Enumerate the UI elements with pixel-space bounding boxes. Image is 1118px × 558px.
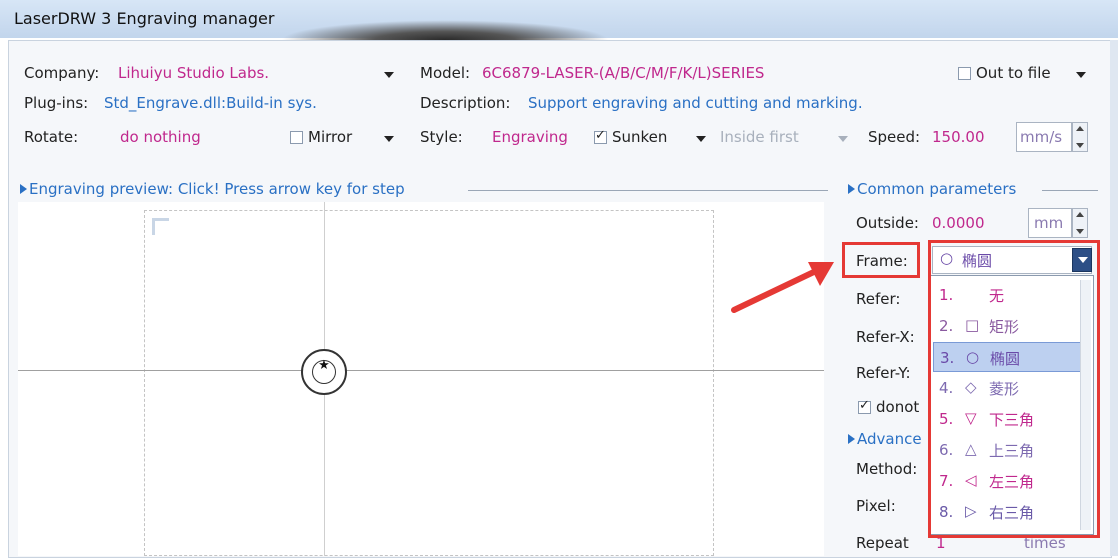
model-label: Model: bbox=[420, 64, 471, 82]
speed-input[interactable]: 150.00 bbox=[932, 128, 985, 146]
model-select[interactable]: 6C6879-LASER-(A/B/C/M/F/K/L)SERIES bbox=[482, 64, 764, 82]
title-bar: LaserDRW 3 Engraving manager bbox=[0, 0, 1118, 60]
outside-spinner[interactable] bbox=[1072, 208, 1088, 238]
window-right-edge bbox=[1110, 40, 1118, 556]
common-header-rule bbox=[1042, 190, 1098, 191]
company-dropdown-icon[interactable] bbox=[384, 72, 394, 78]
company-select[interactable]: Lihuiyu Studio Labs. bbox=[118, 64, 269, 82]
outside-input[interactable]: 0.0000 bbox=[932, 214, 985, 232]
spinner-up-icon[interactable] bbox=[1076, 126, 1084, 131]
style-select[interactable]: Engraving bbox=[492, 128, 568, 146]
spinner-down-icon[interactable] bbox=[1076, 143, 1084, 148]
advanced-header: Advance bbox=[848, 430, 922, 448]
donot-label: donot bbox=[876, 398, 920, 416]
donot-checkbox[interactable] bbox=[858, 398, 871, 414]
spinner-up-icon[interactable] bbox=[1076, 212, 1084, 217]
common-parameters-header: Common parameters bbox=[848, 180, 1016, 198]
section-expand-icon bbox=[848, 184, 855, 194]
engraving-preview-canvas[interactable]: ★ bbox=[18, 202, 824, 556]
refer-label: Refer: bbox=[856, 290, 901, 308]
outside-label: Outside: bbox=[856, 214, 919, 232]
star-icon: ★ bbox=[318, 358, 330, 373]
sunken-dropdown-icon[interactable] bbox=[696, 136, 706, 142]
work-area-border bbox=[144, 210, 714, 556]
model-dropdown-icon[interactable] bbox=[1076, 72, 1086, 78]
red-arrow-annotation bbox=[731, 262, 834, 313]
method-label: Method: bbox=[856, 460, 918, 478]
mirror-label: Mirror bbox=[308, 128, 353, 146]
outside-unit: mm bbox=[1034, 214, 1064, 232]
preview-header-rule bbox=[468, 190, 828, 191]
preview-horizontal-axis bbox=[18, 370, 824, 371]
frame-dropdown-highlight bbox=[928, 240, 1100, 538]
out-to-file-label: Out to file bbox=[976, 64, 1051, 82]
speed-label: Speed: bbox=[868, 128, 921, 146]
refer-y-label: Refer-Y: bbox=[856, 364, 911, 382]
mirror-checkbox[interactable] bbox=[290, 131, 303, 144]
rotate-label: Rotate: bbox=[24, 128, 79, 146]
pixel-label: Pixel: bbox=[856, 497, 896, 515]
stamp-graphic[interactable]: ★ bbox=[301, 349, 347, 395]
sunken-checkbox[interactable] bbox=[594, 128, 607, 144]
speed-unit: mm/s bbox=[1020, 128, 1063, 146]
rotate-select[interactable]: do nothing bbox=[120, 128, 201, 146]
plugins-value: Std_Engrave.dll:Build-in sys. bbox=[104, 94, 317, 112]
inside-first-select[interactable]: Inside first bbox=[720, 128, 799, 146]
section-expand-icon bbox=[20, 184, 27, 194]
window-title: LaserDRW 3 Engraving manager bbox=[14, 9, 275, 28]
company-label: Company: bbox=[24, 64, 100, 82]
plugins-label: Plug-ins: bbox=[24, 94, 89, 112]
repeat-label: Repeat bbox=[856, 534, 909, 552]
frame-label-highlight bbox=[842, 242, 920, 278]
out-to-file-checkbox[interactable] bbox=[958, 67, 971, 80]
spinner-down-icon[interactable] bbox=[1076, 229, 1084, 234]
description-value: Support engraving and cutting and markin… bbox=[528, 94, 863, 112]
sunken-label: Sunken bbox=[612, 128, 668, 146]
preview-header: Engraving preview: Click! Press arrow ke… bbox=[20, 180, 405, 198]
section-expand-icon bbox=[848, 434, 855, 444]
speed-spinner[interactable] bbox=[1072, 122, 1088, 152]
inside-first-dropdown-icon[interactable] bbox=[838, 136, 848, 142]
origin-corner-marker bbox=[152, 218, 169, 235]
style-label: Style: bbox=[420, 128, 463, 146]
refer-x-label: Refer-X: bbox=[856, 328, 915, 346]
rotate-dropdown-icon[interactable] bbox=[384, 136, 394, 142]
description-label: Description: bbox=[420, 94, 511, 112]
